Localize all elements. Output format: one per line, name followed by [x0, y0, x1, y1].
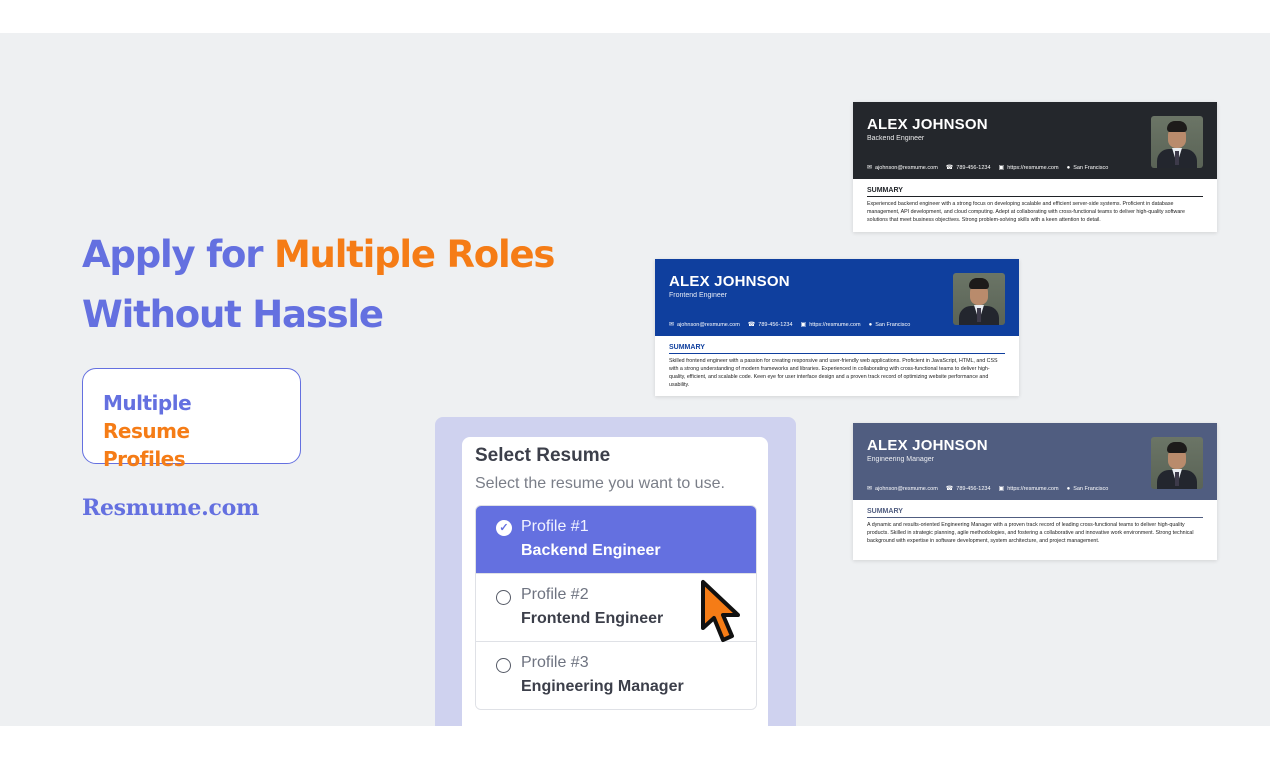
headline: Apply for Multiple Roles Without Hassle	[82, 225, 555, 345]
summary-text: Experienced backend engineer with a stro…	[867, 201, 1185, 223]
summary-title: SUMMARY	[867, 187, 1203, 197]
contact-email: ajohnson@resmume.com	[875, 485, 938, 492]
profile-label: Profile #3	[521, 654, 589, 671]
resume-contacts: ✉ ajohnson@resmume.com ☎ 789-456-1234 ▣ htt…	[867, 485, 1109, 493]
profile-role: Backend Engineer	[521, 542, 661, 559]
map-pin-icon: ●	[1066, 485, 1071, 492]
dialog-subtitle: Select the resume you want to use.	[475, 475, 725, 492]
resume-header: ALEX JOHNSON Frontend Engineer ✉ ajohnson…	[655, 259, 1019, 336]
badge-text-3: Profiles	[103, 447, 186, 471]
profile-label: Profile #1	[521, 518, 589, 535]
resume-card-backend: ALEX JOHNSON Backend Engineer ✉ ajohnson@…	[853, 102, 1217, 232]
phone-icon: ☎	[945, 486, 954, 492]
link-icon: ▣	[998, 165, 1005, 171]
resume-card-frontend: ALEX JOHNSON Frontend Engineer ✉ ajohnson…	[655, 259, 1019, 396]
link-icon: ▣	[998, 486, 1005, 492]
resume-header: ALEX JOHNSON Backend Engineer ✉ ajohnson@…	[853, 102, 1217, 179]
summary-title: SUMMARY	[669, 344, 1005, 354]
envelope-icon: ✉	[867, 486, 873, 492]
summary-text: Skilled frontend engineer with a passion…	[669, 358, 998, 388]
link-icon: ▣	[800, 322, 807, 328]
headline-line-2: Without Hassle	[82, 293, 384, 336]
resume-contacts: ✉ ajohnson@resmume.com ☎ 789-456-1234 ▣ htt…	[867, 164, 1109, 172]
resume-header: ALEX JOHNSON Engineering Manager ✉ ajohns…	[853, 423, 1217, 500]
contact-phone: 789-456-1234	[956, 485, 991, 492]
brand-name: Resmume.com	[82, 495, 259, 521]
contact-location: San Francisco	[1073, 485, 1109, 492]
radio-empty-icon[interactable]	[496, 658, 511, 673]
contact-phone: 789-456-1234	[956, 164, 991, 171]
profile-option-1[interactable]: ✓ Profile #1 Backend Engineer	[476, 506, 756, 574]
dialog-title: Select Resume	[475, 445, 611, 466]
profile-label: Profile #2	[521, 586, 589, 603]
profile-photo	[1151, 437, 1203, 489]
badge-text-2: Resume	[103, 419, 190, 443]
promo-canvas: Apply for Multiple Roles Without Hassle …	[0, 33, 1270, 726]
resume-card-manager: ALEX JOHNSON Engineering Manager ✉ ajohns…	[853, 423, 1217, 560]
summary-text: A dynamic and results-oriented Engineeri…	[867, 522, 1194, 544]
contact-email: ajohnson@resmume.com	[875, 164, 938, 171]
envelope-icon: ✉	[867, 165, 873, 171]
contact-location: San Francisco	[875, 321, 911, 328]
contact-site: https://resmume.com	[809, 321, 861, 328]
profile-photo	[953, 273, 1005, 325]
headline-accent: Multiple Roles	[273, 233, 555, 276]
profile-photo	[1151, 116, 1203, 168]
radio-empty-icon[interactable]	[496, 590, 511, 605]
phone-icon: ☎	[945, 165, 954, 171]
map-pin-icon: ●	[1066, 164, 1071, 171]
feature-badge: Multiple Resume Profiles	[82, 368, 301, 471]
contact-site: https://resmume.com	[1007, 485, 1059, 492]
badge-text-1: Multiple	[103, 391, 192, 415]
headline-part-1: Apply for	[82, 233, 274, 276]
phone-icon: ☎	[747, 322, 756, 328]
contact-location: San Francisco	[1073, 164, 1109, 171]
profile-option-3[interactable]: Profile #3 Engineering Manager	[476, 642, 756, 709]
resume-contacts: ✉ ajohnson@resmume.com ☎ 789-456-1234 ▣ htt…	[669, 321, 911, 329]
envelope-icon: ✉	[669, 322, 675, 328]
profile-role: Engineering Manager	[521, 678, 684, 695]
summary-title: SUMMARY	[867, 508, 1203, 518]
check-circle-icon: ✓	[496, 520, 512, 536]
map-pin-icon: ●	[868, 321, 873, 328]
contact-phone: 789-456-1234	[758, 321, 793, 328]
contact-site: https://resmume.com	[1007, 164, 1059, 171]
select-resume-panel: Select Resume Select the resume you want…	[435, 417, 796, 726]
pointer-cursor-icon	[701, 580, 740, 642]
contact-email: ajohnson@resmume.com	[677, 321, 740, 328]
profile-role: Frontend Engineer	[521, 610, 664, 627]
